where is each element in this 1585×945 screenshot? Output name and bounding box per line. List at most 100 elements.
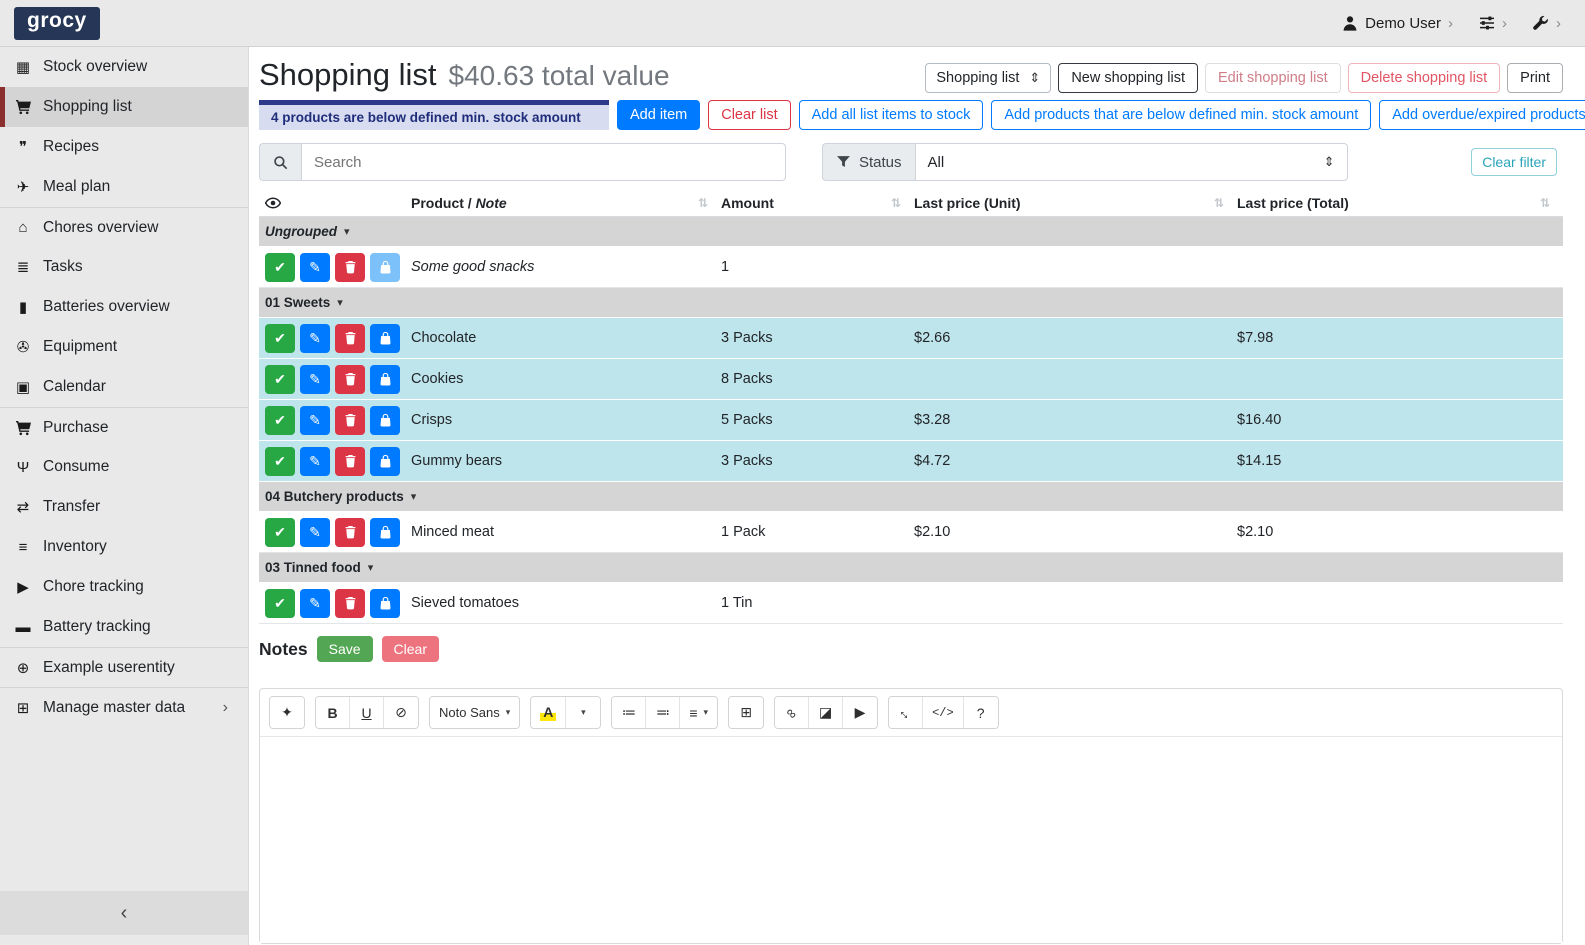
group-header-sweets[interactable]: 01 Sweets▾: [259, 288, 1563, 318]
delete-item-button[interactable]: [335, 589, 365, 618]
shopping-list-select[interactable]: Shopping list ⇕: [925, 63, 1051, 93]
font-family-select[interactable]: Noto Sans▾: [430, 697, 519, 728]
bold-button[interactable]: B: [316, 697, 350, 728]
edit-item-button[interactable]: ✎: [300, 406, 330, 435]
print-button[interactable]: Print: [1507, 63, 1563, 93]
min-stock-alert[interactable]: 4 products are below defined min. stock …: [259, 100, 609, 130]
sidebar-item-chore-tracking[interactable]: ▶Chore tracking: [0, 567, 248, 607]
sidebar-item-label: Purchase: [43, 419, 108, 437]
sidebar-item-manage-master-data[interactable]: ⊞Manage master data›: [0, 687, 248, 727]
new-shopping-list-button[interactable]: New shopping list: [1058, 63, 1198, 93]
page-title: Shopping list: [259, 57, 437, 93]
underline-button[interactable]: U: [350, 697, 384, 728]
edit-item-button[interactable]: ✎: [300, 365, 330, 394]
delete-item-button[interactable]: [335, 406, 365, 435]
text-color-dropdown[interactable]: ▾: [566, 697, 600, 728]
insert-picture-button[interactable]: ◪: [809, 697, 843, 728]
settings-menu[interactable]: ›: [1479, 15, 1507, 32]
edit-item-button[interactable]: ✎: [300, 518, 330, 547]
main-content: Shopping list $40.63 total value Shoppin…: [249, 47, 1585, 945]
text-color-button[interactable]: A: [531, 697, 566, 728]
edit-shopping-list-button[interactable]: Edit shopping list: [1205, 63, 1341, 93]
status-select[interactable]: All ⇕: [915, 143, 1348, 181]
group-header-butchery-products[interactable]: 04 Butchery products▾: [259, 482, 1563, 512]
edit-item-button[interactable]: ✎: [300, 324, 330, 353]
add-all-to-stock-button[interactable]: Add all list items to stock: [799, 100, 984, 130]
shopping-list-select-value: Shopping list: [936, 70, 1019, 86]
clear-list-button[interactable]: Clear list: [708, 100, 790, 130]
add-to-stock-button[interactable]: [370, 447, 400, 476]
sidebar-item-batteries-overview[interactable]: ▮Batteries overview: [0, 287, 248, 327]
sidebar-item-chores-overview[interactable]: ⌂Chores overview: [0, 207, 248, 247]
column-header-last-price-unit[interactable]: Last price (Unit)⇅: [914, 189, 1237, 216]
notes-save-button[interactable]: Save: [317, 636, 373, 662]
add-below-min-stock-button[interactable]: Add products that are below defined min.…: [991, 100, 1371, 130]
edit-item-button[interactable]: ✎: [300, 253, 330, 282]
delete-item-button[interactable]: [335, 365, 365, 394]
notes-header: Notes Save Clear: [259, 636, 1563, 662]
delete-shopping-list-button[interactable]: Delete shopping list: [1348, 63, 1501, 93]
mark-done-button[interactable]: ✔: [265, 253, 295, 282]
sidebar-item-inventory[interactable]: ≡Inventory: [0, 527, 248, 567]
notes-editor-area[interactable]: [260, 737, 1562, 943]
help-button[interactable]: ?: [964, 697, 998, 728]
sidebar-item-example-userentity[interactable]: ⊕Example userentity: [0, 647, 248, 687]
car-battery-icon: ▬: [13, 619, 33, 636]
fullscreen-button[interactable]: ↔: [889, 697, 923, 728]
app-logo[interactable]: grocy: [14, 7, 100, 40]
mark-done-button[interactable]: ✔: [265, 406, 295, 435]
add-to-stock-button[interactable]: [370, 365, 400, 394]
edit-item-button[interactable]: ✎: [300, 589, 330, 618]
sidebar-collapse-button[interactable]: ‹: [0, 891, 248, 935]
shopping-bag-icon: [379, 596, 392, 610]
insert-link-button[interactable]: ∞: [775, 697, 809, 728]
add-overdue-button[interactable]: Add overdue/expired products: [1379, 100, 1585, 130]
add-to-stock-button[interactable]: [370, 589, 400, 618]
mark-done-button[interactable]: ✔: [265, 324, 295, 353]
column-header-amount[interactable]: Amount⇅: [721, 189, 914, 216]
sidebar-item-consume[interactable]: ΨConsume: [0, 447, 248, 487]
sidebar-item-tasks[interactable]: ≣Tasks: [0, 247, 248, 287]
sidebar-item-calendar[interactable]: ▣Calendar: [0, 367, 248, 407]
insert-table-button[interactable]: ⊞: [729, 697, 763, 728]
mark-done-button[interactable]: ✔: [265, 518, 295, 547]
paragraph-align-button[interactable]: ≡▾: [680, 697, 717, 728]
code-view-button[interactable]: </>: [923, 697, 964, 728]
sidebar-item-meal-plan[interactable]: ✈Meal plan: [0, 167, 248, 207]
magic-style-button[interactable]: ✦: [270, 697, 304, 728]
add-to-stock-button[interactable]: [370, 324, 400, 353]
visibility-column-header[interactable]: [265, 189, 411, 216]
insert-video-button[interactable]: ▶: [843, 697, 877, 728]
mark-done-button[interactable]: ✔: [265, 447, 295, 476]
add-to-stock-button[interactable]: [370, 518, 400, 547]
ordered-list-button[interactable]: ≕: [646, 697, 680, 728]
sidebar-item-equipment[interactable]: ✇Equipment: [0, 327, 248, 367]
sidebar-item-recipes[interactable]: ❞Recipes: [0, 127, 248, 167]
delete-item-button[interactable]: [335, 447, 365, 476]
mark-done-button[interactable]: ✔: [265, 365, 295, 394]
add-to-stock-button[interactable]: [370, 406, 400, 435]
sidebar-item-purchase[interactable]: Purchase: [0, 407, 248, 447]
search-input[interactable]: [301, 143, 786, 181]
sidebar-item-transfer[interactable]: ⇄Transfer: [0, 487, 248, 527]
delete-item-button[interactable]: [335, 253, 365, 282]
delete-item-button[interactable]: [335, 324, 365, 353]
group-header-tinned-food[interactable]: 03 Tinned food▾: [259, 553, 1563, 583]
add-item-button[interactable]: Add item: [617, 100, 700, 130]
delete-item-button[interactable]: [335, 518, 365, 547]
notes-clear-button[interactable]: Clear: [382, 636, 439, 662]
column-header-product[interactable]: Product / Note⇅: [411, 189, 721, 216]
add-to-stock-button[interactable]: [370, 253, 400, 282]
sidebar-item-shopping-list[interactable]: Shopping list: [0, 87, 248, 127]
sidebar-item-stock-overview[interactable]: ▦Stock overview: [0, 47, 248, 87]
clear-formatting-button[interactable]: ⊘: [384, 697, 418, 728]
sidebar-item-battery-tracking[interactable]: ▬Battery tracking: [0, 607, 248, 647]
clear-filter-button[interactable]: Clear filter: [1471, 148, 1557, 176]
user-menu[interactable]: Demo User ›: [1342, 15, 1453, 32]
unordered-list-button[interactable]: ≔: [612, 697, 646, 728]
mark-done-button[interactable]: ✔: [265, 589, 295, 618]
edit-item-button[interactable]: ✎: [300, 447, 330, 476]
column-header-last-price-total[interactable]: Last price (Total)⇅: [1237, 189, 1563, 216]
admin-menu[interactable]: ›: [1533, 15, 1561, 32]
group-header-ungrouped[interactable]: Ungrouped▾: [259, 217, 1563, 247]
